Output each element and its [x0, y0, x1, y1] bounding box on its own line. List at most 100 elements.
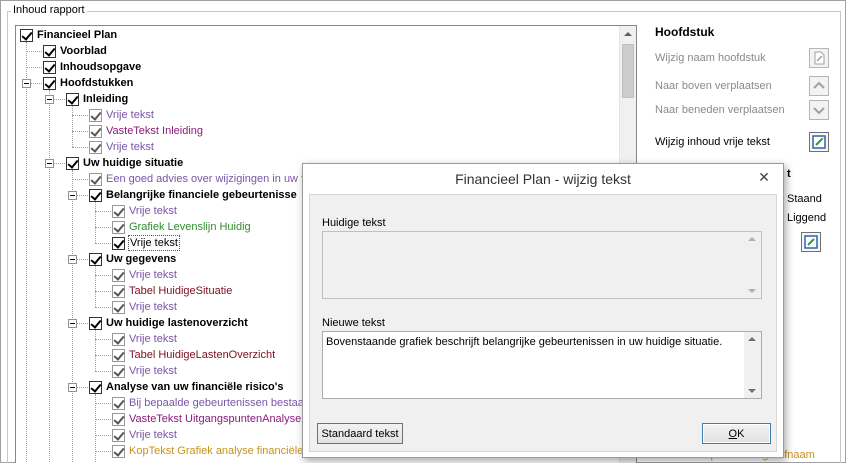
- tree-item-checkbox[interactable]: [89, 140, 102, 154]
- tree-item-label[interactable]: Financieel Plan: [36, 28, 118, 42]
- tree-item[interactable]: VasteTekst Inleiding: [89, 123, 204, 139]
- tree-item-checkbox[interactable]: [112, 428, 125, 442]
- tree-item-checkbox[interactable]: [112, 412, 125, 426]
- collapse-toggle-icon[interactable]: [68, 191, 77, 200]
- tree-item-label[interactable]: Vrije tekst: [128, 300, 178, 314]
- scroll-down-arrow-icon[interactable]: [748, 389, 756, 393]
- tree-item[interactable]: Tabel HuidigeSituatie: [112, 283, 233, 299]
- tree-item-label[interactable]: Hoofdstukken: [59, 76, 134, 90]
- tree-item[interactable]: Financieel Plan: [20, 27, 118, 43]
- tree-item[interactable]: Vrije tekst: [112, 427, 178, 443]
- edit-orientation-button[interactable]: [801, 232, 821, 252]
- tree-item-checkbox[interactable]: [112, 396, 125, 410]
- tree-item-checkbox[interactable]: [112, 364, 125, 378]
- tree-item-checkbox[interactable]: [89, 380, 102, 394]
- scroll-thumb[interactable]: [622, 44, 634, 98]
- tree-item-checkbox[interactable]: [20, 28, 33, 42]
- tree-item-label[interactable]: Tabel HuidigeSituatie: [128, 284, 233, 298]
- tree-item-checkbox[interactable]: [43, 44, 56, 58]
- tree-item[interactable]: Bij bepaalde gebeurtenissen bestaat: [112, 395, 308, 411]
- tree-item[interactable]: Vrije tekst: [112, 299, 178, 315]
- tree-item-label[interactable]: Vrije tekst: [128, 235, 180, 251]
- tree-item-label[interactable]: Voorblad: [59, 44, 108, 58]
- tree-item-label[interactable]: Uw huidige lastenoverzicht: [105, 316, 249, 330]
- close-icon[interactable]: ✕: [751, 167, 777, 187]
- tree-item-label[interactable]: Vrije tekst: [128, 204, 178, 218]
- tree-item-checkbox[interactable]: [112, 284, 125, 298]
- orientation-landscape[interactable]: Liggend: [787, 212, 826, 224]
- tree-item[interactable]: Vrije tekst: [89, 107, 155, 123]
- tree-item[interactable]: Inleiding: [66, 91, 129, 107]
- tree-item[interactable]: KopTekst Grafiek analyse financiële: [112, 443, 304, 459]
- scroll-up-arrow-icon[interactable]: [624, 32, 632, 36]
- collapse-toggle-icon[interactable]: [68, 383, 77, 392]
- tree-item[interactable]: Vrije tekst: [112, 363, 178, 379]
- tree-item-label[interactable]: Grafiek Levenslijn Huidig: [128, 220, 252, 234]
- tree-item-checkbox[interactable]: [112, 348, 125, 362]
- scroll-up-arrow-icon[interactable]: [748, 337, 756, 341]
- tree-item-label[interactable]: Uw huidige situatie: [82, 156, 184, 170]
- tree-item[interactable]: Vrije tekst: [112, 203, 178, 219]
- default-text-button[interactable]: Standaard tekst: [317, 423, 403, 444]
- tree-item[interactable]: Vrije tekst: [112, 267, 178, 283]
- tree-item-checkbox[interactable]: [112, 444, 125, 458]
- tree-item-checkbox[interactable]: [89, 172, 102, 186]
- tree-item-checkbox[interactable]: [89, 252, 102, 266]
- tree-item-checkbox[interactable]: [112, 268, 125, 282]
- collapse-toggle-icon[interactable]: [68, 255, 77, 264]
- tree-item[interactable]: Uw gegevens: [89, 251, 177, 267]
- tree-item[interactable]: Vrije tekst: [112, 235, 180, 251]
- tree-item[interactable]: Een goed advies over wijzigingen in uw f: [89, 171, 305, 187]
- tree-item-checkbox[interactable]: [43, 76, 56, 90]
- collapse-toggle-icon[interactable]: [45, 95, 54, 104]
- tree-item[interactable]: Vrije tekst: [112, 331, 178, 347]
- tree-item-label[interactable]: Analyse van uw financiële risico's: [105, 380, 284, 394]
- move-up-button[interactable]: [809, 76, 829, 96]
- tree-item-label[interactable]: Een goed advies over wijzigingen in uw f: [105, 172, 305, 186]
- tree-item-checkbox[interactable]: [112, 236, 125, 250]
- tree-item-label[interactable]: Vrije tekst: [105, 108, 155, 122]
- move-down-button[interactable]: [809, 100, 829, 120]
- tree-item[interactable]: Uw huidige situatie: [66, 155, 184, 171]
- tree-item-label[interactable]: Belangrijke financiele gebeurtenisse: [105, 188, 298, 202]
- tree-item-label[interactable]: Tabel HuidigeLastenOverzicht: [128, 348, 276, 362]
- new-text-field[interactable]: Bovenstaande grafiek beschrijft belangri…: [322, 331, 762, 399]
- tree-item[interactable]: Analyse van uw financiële risico's: [89, 379, 284, 395]
- tree-item-label[interactable]: Bij bepaalde gebeurtenissen bestaat: [128, 396, 308, 410]
- tree-item[interactable]: Tabel HuidigeLastenOverzicht: [112, 347, 276, 363]
- new-text-value[interactable]: Bovenstaande grafiek beschrijft belangri…: [326, 335, 739, 349]
- collapse-toggle-icon[interactable]: [68, 319, 77, 328]
- tree-item[interactable]: Inhoudsopgave: [43, 59, 142, 75]
- tree-item-checkbox[interactable]: [89, 108, 102, 122]
- edit-free-text-button[interactable]: [809, 132, 829, 152]
- tree-item-label[interactable]: Vrije tekst: [128, 332, 178, 346]
- tree-item[interactable]: Uw huidige lastenoverzicht: [89, 315, 249, 331]
- collapse-toggle-icon[interactable]: [22, 79, 31, 88]
- ok-button[interactable]: OK: [702, 423, 771, 444]
- tree-item-checkbox[interactable]: [66, 156, 79, 170]
- tree-item-label[interactable]: Vrije tekst: [128, 364, 178, 378]
- tree-item-checkbox[interactable]: [66, 92, 79, 106]
- tree-item-label[interactable]: VasteTekst UitgangspuntenAnalyse: [128, 412, 302, 426]
- tree-item-label[interactable]: Inleiding: [82, 92, 129, 106]
- tree-item-label[interactable]: Vrije tekst: [128, 268, 178, 282]
- tree-item-checkbox[interactable]: [112, 332, 125, 346]
- new-text-scrollbar[interactable]: [744, 332, 761, 398]
- tree-item-checkbox[interactable]: [112, 300, 125, 314]
- tree-item[interactable]: VasteTekst UitgangspuntenAnalyse: [112, 411, 302, 427]
- tree-item-label[interactable]: VasteTekst Inleiding: [105, 124, 204, 138]
- rename-chapter-button[interactable]: [809, 48, 829, 68]
- tree-item[interactable]: Grafiek Levenslijn Huidig: [112, 219, 252, 235]
- tree-item-label[interactable]: Uw gegevens: [105, 252, 177, 266]
- tree-item-label[interactable]: Inhoudsopgave: [59, 60, 142, 74]
- tree-item-label[interactable]: Vrije tekst: [105, 140, 155, 154]
- tree-item-checkbox[interactable]: [112, 220, 125, 234]
- tree-item-label[interactable]: KopTekst Grafiek analyse financiële: [128, 444, 304, 458]
- collapse-toggle-icon[interactable]: [45, 159, 54, 168]
- tree-item[interactable]: Hoofdstukken: [43, 75, 134, 91]
- tree-item-checkbox[interactable]: [43, 60, 56, 74]
- tree-item-label[interactable]: Vrije tekst: [128, 428, 178, 442]
- tree-item-checkbox[interactable]: [89, 316, 102, 330]
- tree-item[interactable]: Vrije tekst: [89, 139, 155, 155]
- tree-item-checkbox[interactable]: [112, 204, 125, 218]
